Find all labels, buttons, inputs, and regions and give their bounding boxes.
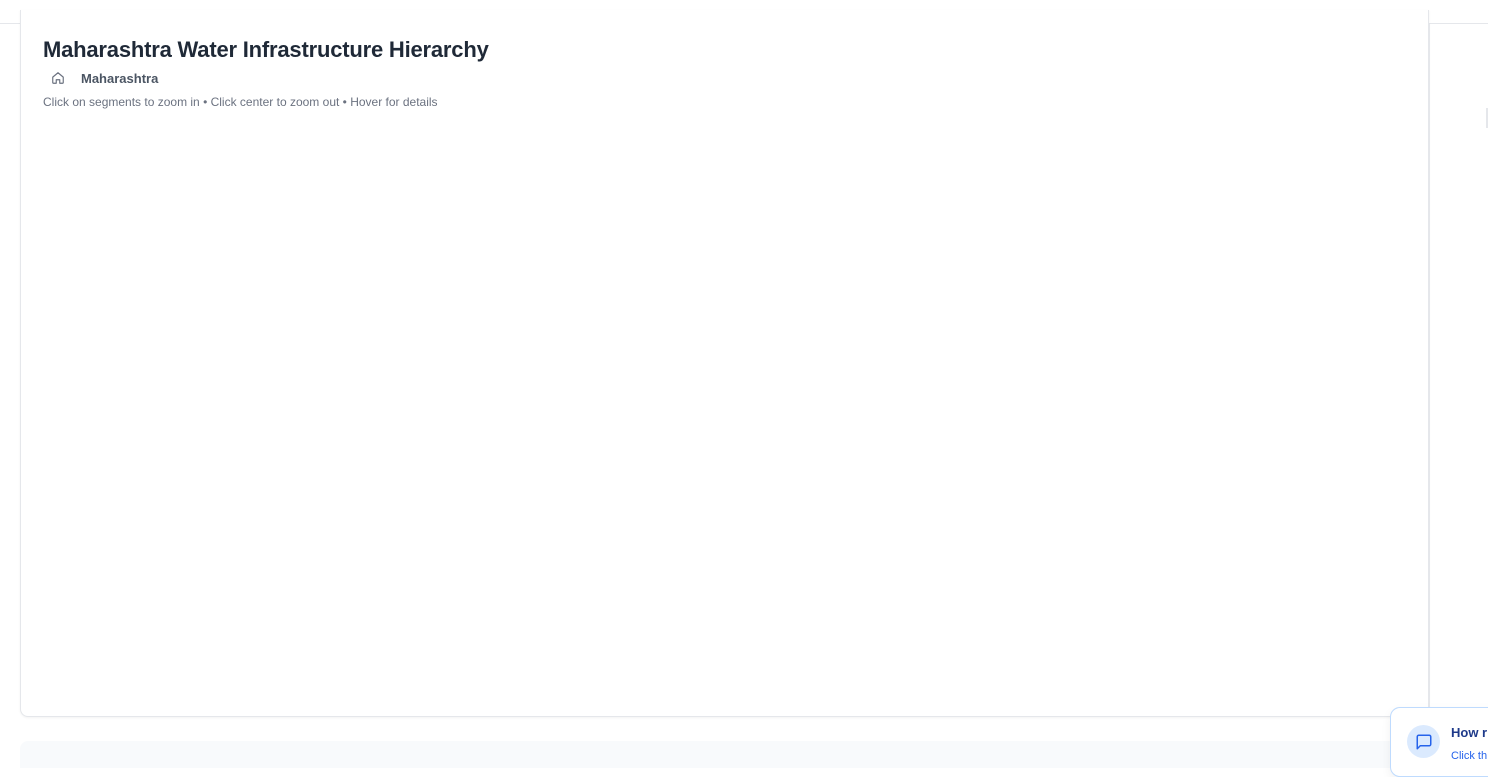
- feedback-title: How r: [1451, 725, 1488, 740]
- bottom-panel: [20, 741, 1429, 768]
- page-title: Maharashtra Water Infrastructure Hierarc…: [43, 37, 489, 62]
- home-icon: [52, 72, 64, 84]
- chat-bubble-icon: [1416, 734, 1431, 749]
- interaction-hint: Click on segments to zoom in • Click cen…: [43, 95, 438, 109]
- sunburst-chart-area[interactable]: [43, 120, 1413, 705]
- feedback-icon-circle: [1407, 725, 1440, 758]
- right-divider: [1429, 24, 1430, 718]
- home-button[interactable]: [43, 68, 73, 88]
- breadcrumb-item-maharashtra[interactable]: Maharashtra: [81, 71, 158, 86]
- feedback-widget[interactable]: How r Click th: [1390, 707, 1488, 777]
- breadcrumb: Maharashtra: [43, 68, 158, 88]
- feedback-subtitle: Click th: [1451, 750, 1488, 762]
